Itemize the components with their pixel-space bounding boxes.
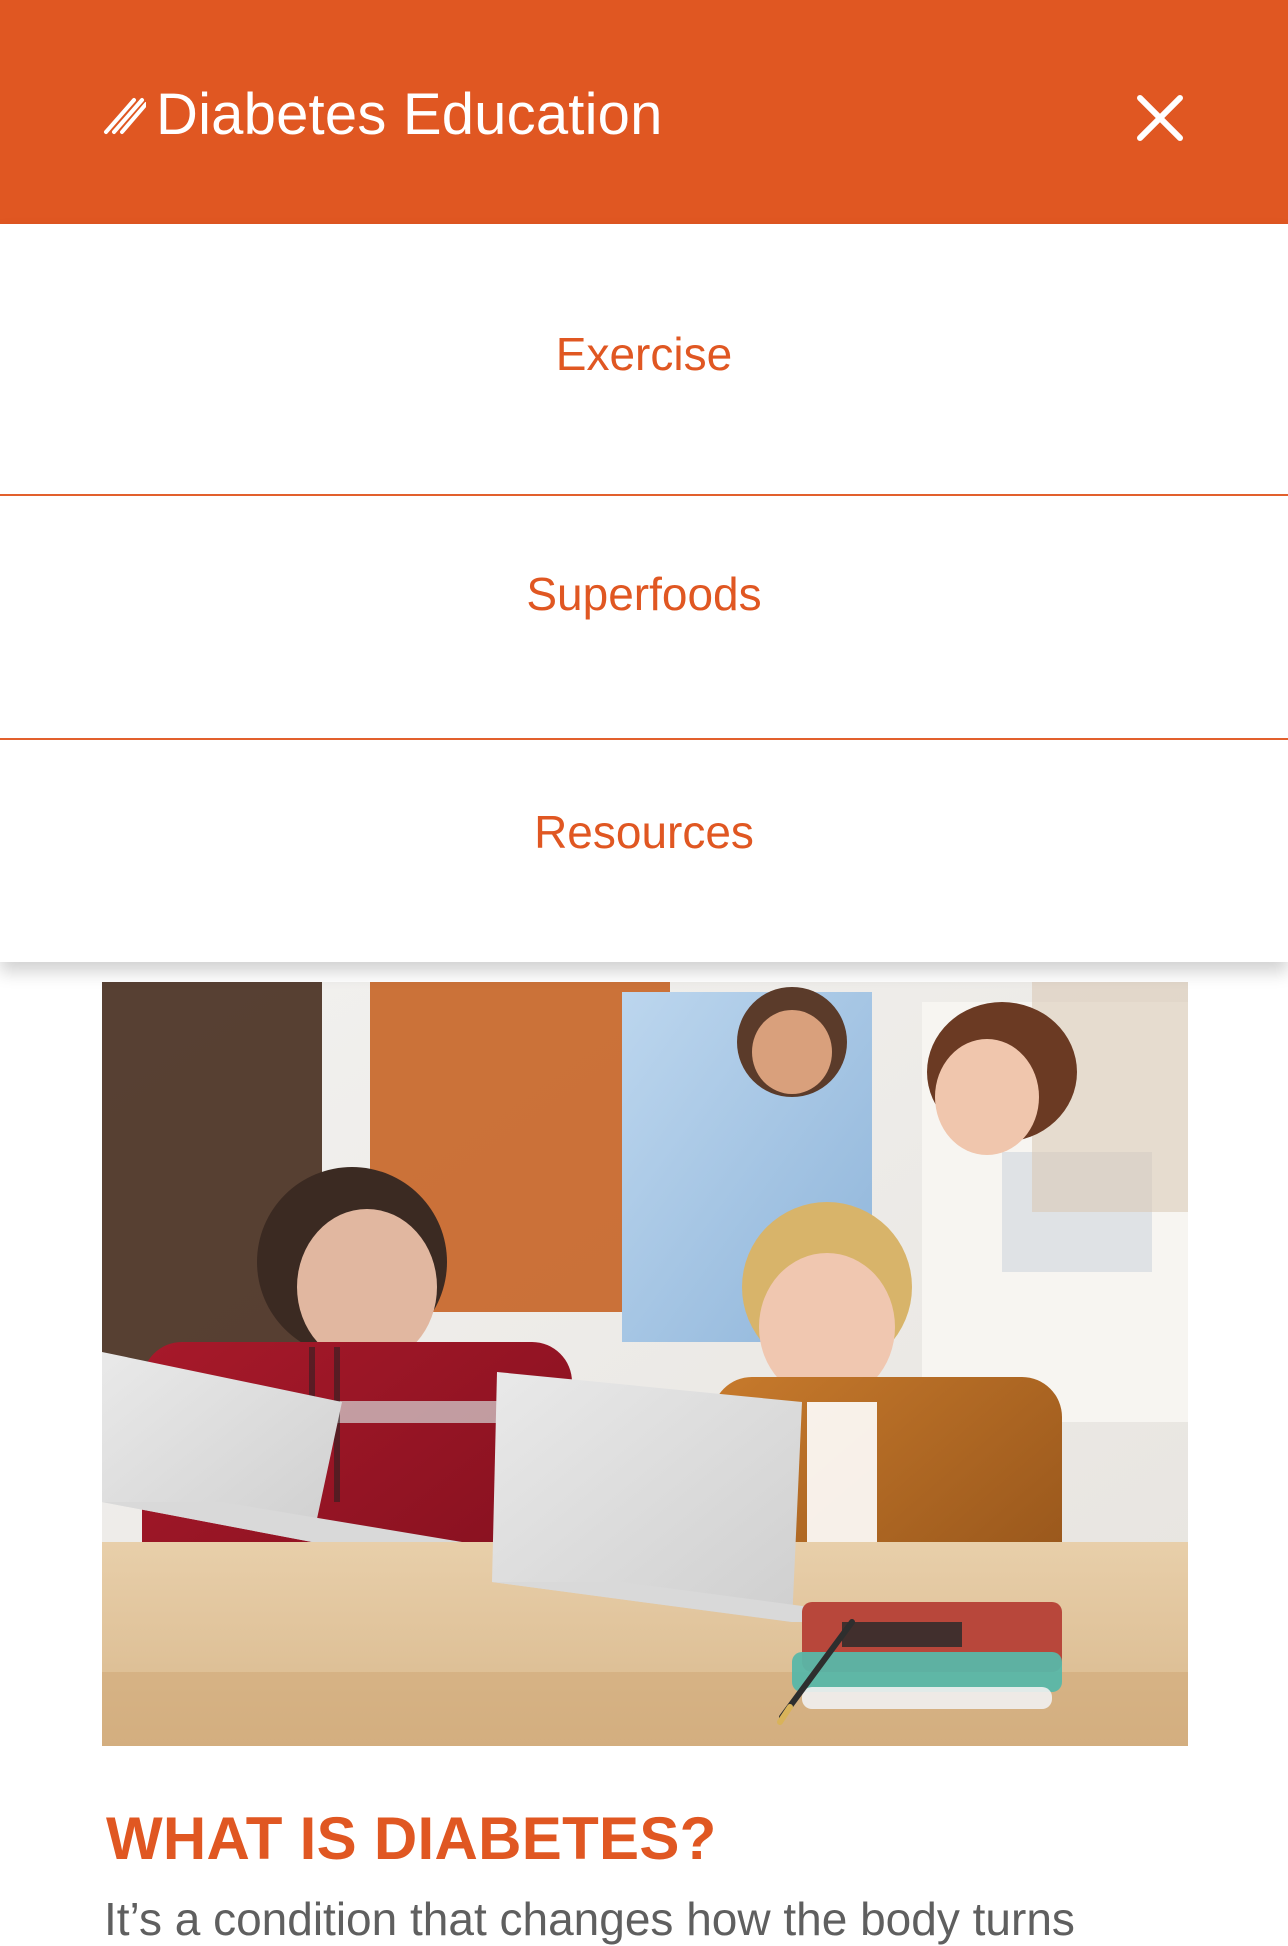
menu-item-label: Exercise [555,328,733,380]
top-app-bar: Diabetes Education [0,0,1288,224]
brand[interactable]: Diabetes Education [100,86,663,144]
menu-divider [0,738,1288,740]
students-with-laptops-image [102,982,1188,1746]
slashes-logo-icon [104,98,146,134]
menu-item-resources[interactable]: Resources [0,762,1288,902]
page-content: WHAT IS DIABETES? It’s a condition that … [0,962,1288,1945]
close-icon[interactable] [1130,88,1190,148]
menu-divider [0,494,1288,496]
intro-text: It’s a condition that changes how the bo… [104,1893,1075,1945]
section-heading: WHAT IS DIABETES? [106,1805,717,1872]
app-title: Diabetes Education [156,82,663,147]
navigation-drawer: Exercise Superfoods Resources [0,224,1288,962]
menu-item-label: Resources [534,806,754,858]
hero-image [102,982,1188,1746]
menu-item-superfoods[interactable]: Superfoods [0,524,1288,664]
menu-item-exercise[interactable]: Exercise [0,284,1288,424]
menu-item-label: Superfoods [526,568,762,620]
